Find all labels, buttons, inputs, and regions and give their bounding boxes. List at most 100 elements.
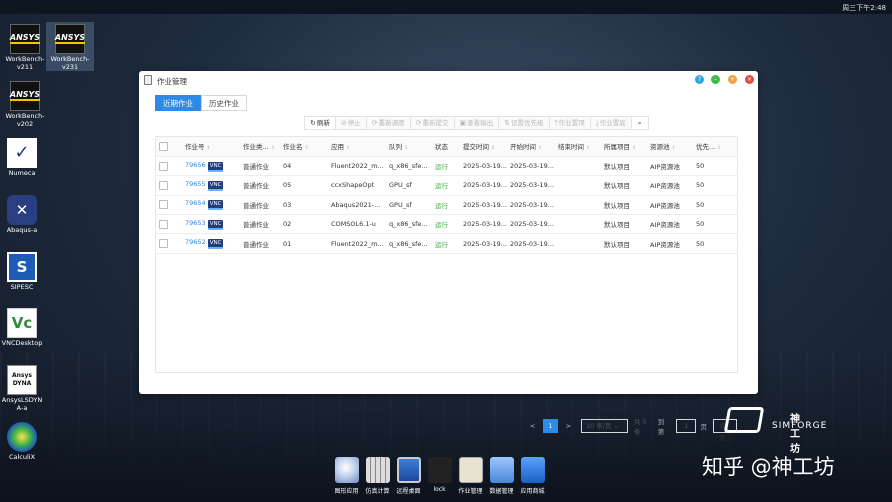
- table-row[interactable]: 79655 VNC 普通作业 05 ccxShapeOpt GPU_sf 运行 …: [156, 175, 737, 196]
- stop-button[interactable]: ⊘停止: [334, 116, 367, 130]
- desktop-icon-label: WorkBench-: [5, 112, 45, 120]
- dock-item-lock[interactable]: lock: [426, 457, 453, 502]
- table-row[interactable]: 79654 VNC 普通作业 03 Abaqus2021-... GPU_sf …: [156, 195, 737, 216]
- table-row[interactable]: 79653 VNC 普通作业 02 COMSOL6.1-u q_x86_sfe.…: [156, 214, 737, 235]
- vnc-badge[interactable]: VNC: [207, 239, 224, 250]
- column-header[interactable]: 作业类... ⇕: [240, 137, 280, 157]
- job-id-link[interactable]: 79656: [185, 161, 206, 169]
- job-project: 默认项目: [601, 233, 647, 254]
- job-id-link[interactable]: 79652: [185, 238, 206, 246]
- table-row[interactable]: 79656 VNC 普通作业 04 Fluent2022_m... q_x86_…: [156, 156, 737, 177]
- column-header[interactable]: 队列 ⇕: [386, 137, 432, 157]
- job-id-link[interactable]: 79655: [185, 180, 206, 188]
- maximize-button[interactable]: +: [728, 75, 737, 84]
- job-queue: GPU_sf: [386, 195, 432, 216]
- search-button[interactable]: ⌕: [630, 116, 649, 130]
- tab-recent-jobs[interactable]: 近期作业: [155, 95, 201, 111]
- view-output-button[interactable]: ▣查看输出: [453, 116, 500, 130]
- job-pool: AIP资源池: [647, 233, 693, 254]
- calculator-icon: [365, 457, 390, 483]
- desktop-icon-workbench-v211[interactable]: ANSYS WorkBench- v211: [1, 22, 49, 71]
- job-queue: q_x86_sfe...: [386, 214, 432, 235]
- help-button[interactable]: ?: [695, 75, 704, 84]
- prev-page-button[interactable]: <: [526, 422, 539, 430]
- table-header: 作业号 ⇕ 作业类... ⇕ 作业名 ⇕ 应用 ⇕ 队列 ⇕ 状态 提交时间 ⇕ 开始时间 ⇕…: [156, 137, 737, 157]
- job-queue: q_x86_sfe...: [386, 233, 432, 254]
- start-time: 2025-03-19...: [507, 195, 555, 216]
- table-row[interactable]: 79652 VNC 普通作业 01 Fluent2022_m... q_x86_…: [156, 233, 737, 254]
- dock-item-job-manager[interactable]: 作业管理: [457, 457, 484, 502]
- desktop-icon-numeca[interactable]: ✓ Numeca: [0, 136, 46, 177]
- column-header[interactable]: 开始时间 ⇕: [507, 137, 555, 157]
- desktop-icon-label: v211: [16, 63, 34, 71]
- abaqus-icon: ✕: [7, 195, 37, 225]
- job-id-link[interactable]: 79654: [185, 199, 206, 207]
- vnc-badge[interactable]: VNC: [207, 200, 224, 211]
- vnc-badge[interactable]: VNC: [207, 219, 224, 230]
- column-header[interactable]: 状态: [432, 137, 460, 157]
- submit-time: 2025-03-19...: [460, 233, 507, 254]
- row-checkbox[interactable]: [156, 214, 182, 235]
- desktop-icon-sipesc[interactable]: S SIPESC: [0, 250, 46, 291]
- pin-bottom-button[interactable]: ⤓作业置底: [589, 116, 632, 130]
- desktop-icon-calculix[interactable]: CalculiX: [0, 420, 46, 461]
- select-all-checkbox[interactable]: [156, 137, 182, 157]
- row-checkbox[interactable]: [156, 233, 182, 254]
- end-time: [555, 175, 601, 196]
- job-name: 04: [280, 156, 328, 177]
- page-size-select[interactable]: 10 条/页 ⌄: [580, 419, 629, 433]
- job-app: COMSOL6.1-u: [328, 214, 386, 235]
- desktop-icon-workbench-v231[interactable]: ANSYS WorkBench- v231: [46, 22, 94, 71]
- submit-time: 2025-03-19...: [460, 195, 507, 216]
- column-header[interactable]: 结束时间 ⇕: [555, 137, 601, 157]
- output-icon: ▣: [459, 119, 467, 127]
- desktop-icon-abaqus[interactable]: ✕ Abaqus-a: [0, 193, 46, 234]
- desktop-icon-vncdesktop[interactable]: Vc VNCDesktop: [0, 306, 46, 347]
- column-header[interactable]: 资源池 ⇕: [647, 137, 693, 157]
- column-header[interactable]: 所属项目 ⇕: [601, 137, 647, 157]
- reschedule-button[interactable]: ⟳重新调度: [365, 116, 411, 130]
- goto-label: 到第: [657, 418, 665, 436]
- desktop-icon-label: AnsysLSDYN: [1, 396, 43, 404]
- next-page-button[interactable]: >: [562, 422, 575, 430]
- page-1-button[interactable]: 1: [543, 419, 558, 433]
- pin-top-button[interactable]: ⤒作业置顶: [548, 116, 591, 130]
- desktop-icon-label: Numeca: [8, 169, 36, 177]
- column-header[interactable]: 优先... ⇕: [693, 137, 737, 157]
- start-time: 2025-03-19...: [507, 233, 555, 254]
- job-status: 运行: [432, 156, 460, 177]
- goto-page-input[interactable]: 1: [675, 419, 697, 433]
- toolbar: ↻刷新 ⊘停止 ⟳重新调度 ⟳重新提交 ▣查看输出 ⇅设置优先级 ⤒作业置顶 ⤓…: [304, 116, 649, 130]
- vnc-badge[interactable]: VNC: [207, 161, 224, 172]
- desktop-icon-ansys-lsdyna[interactable]: Ansys DYNA AnsysLSDYN A-a: [0, 363, 46, 412]
- row-checkbox[interactable]: [156, 175, 182, 196]
- title-bar[interactable]: 作业管理 ? – + ×: [139, 71, 758, 89]
- top-bar: 周三下午2:48: [0, 0, 892, 14]
- desktop-icon-workbench-v202[interactable]: ANSYS WorkBench- v202: [1, 79, 49, 128]
- resubmit-button[interactable]: ⟳重新提交: [409, 116, 455, 130]
- column-header[interactable]: 作业号 ⇕: [182, 137, 240, 157]
- column-header[interactable]: 应用 ⇕: [328, 137, 386, 157]
- pin-top-icon: ⤒: [554, 119, 558, 127]
- chevron-down-icon: ⌄: [613, 422, 619, 430]
- refresh-button[interactable]: ↻刷新: [304, 116, 336, 130]
- dock-item-remote-desktop[interactable]: 远程桌面: [395, 457, 422, 502]
- desktop-icon-label: CalculiX: [8, 453, 36, 461]
- job-type: 普通作业: [240, 175, 280, 196]
- job-id-link[interactable]: 79653: [185, 219, 206, 227]
- dock-item-simulation[interactable]: 仿真计算: [364, 457, 391, 502]
- job-status: 运行: [432, 195, 460, 216]
- dock-item-data-manager[interactable]: 数据管理: [488, 457, 515, 502]
- dock-item-app-store[interactable]: 应用商城: [519, 457, 546, 502]
- refresh-icon: ↻: [310, 119, 316, 127]
- column-header[interactable]: 作业名 ⇕: [280, 137, 328, 157]
- row-checkbox[interactable]: [156, 195, 182, 216]
- minimize-button[interactable]: –: [711, 75, 720, 84]
- close-button[interactable]: ×: [745, 75, 754, 84]
- column-header[interactable]: 提交时间 ⇕: [460, 137, 507, 157]
- vnc-badge[interactable]: VNC: [207, 180, 224, 191]
- dock-item-graphics-app[interactable]: 图形应用: [333, 457, 360, 502]
- set-priority-button[interactable]: ⇅设置优先级: [498, 116, 550, 130]
- tab-history-jobs[interactable]: 历史作业: [201, 95, 247, 111]
- row-checkbox[interactable]: [156, 156, 182, 177]
